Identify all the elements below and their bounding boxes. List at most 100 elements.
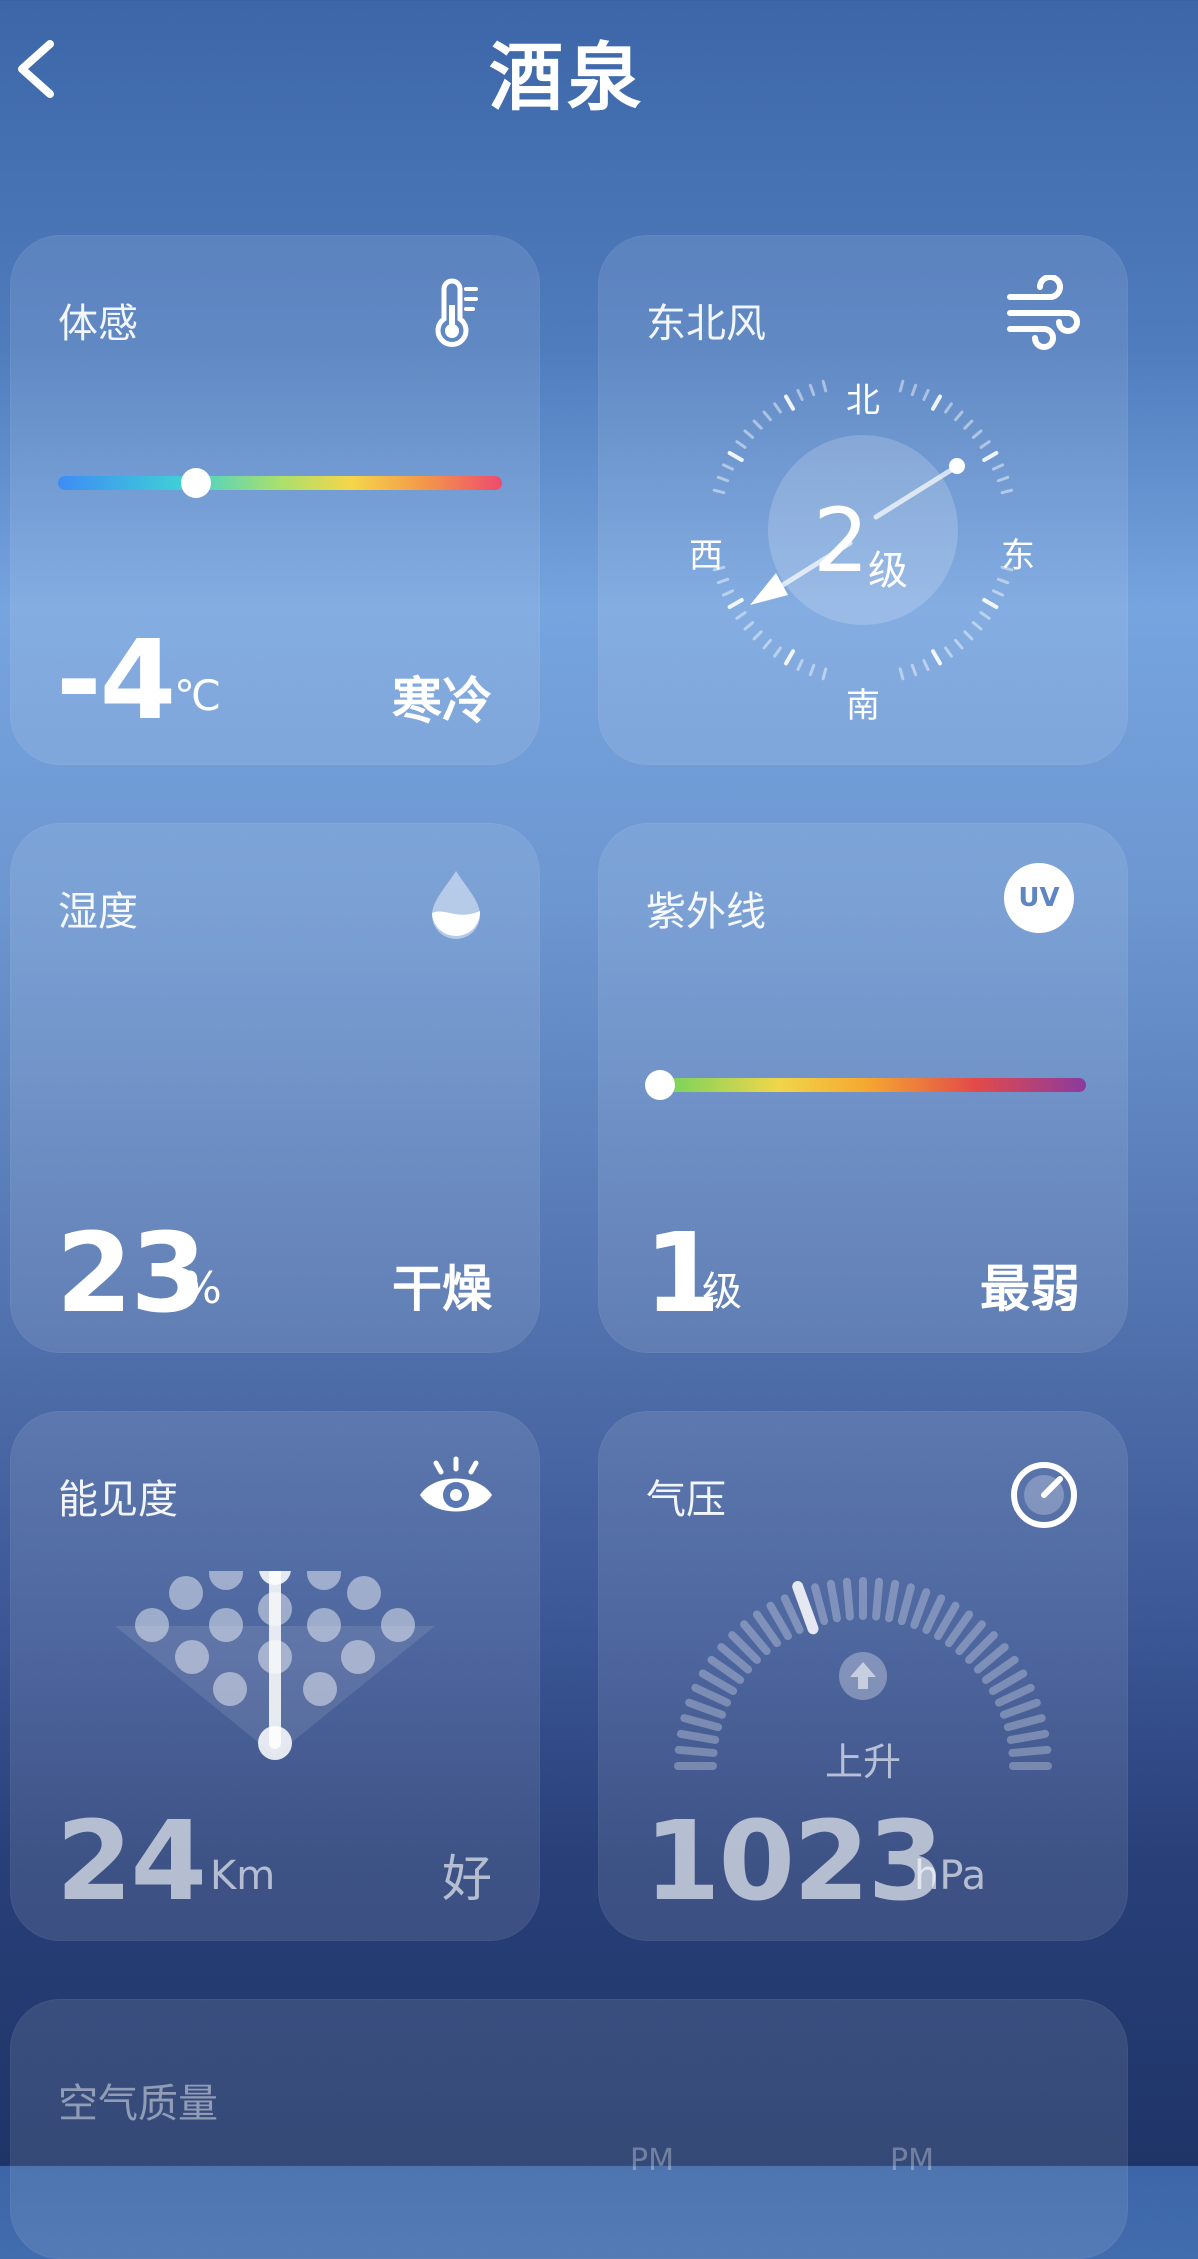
compass-tick [992, 463, 1005, 471]
wind-card[interactable]: 东北风 北 南 西 东 2 级 [598, 235, 1128, 765]
visibility-card[interactable]: 能见度 24 Km 好 [10, 1411, 540, 1941]
compass-tick [954, 410, 964, 422]
pressure-unit: hPa [914, 1853, 987, 1899]
air-quality-title: 空气质量 [58, 2081, 218, 2127]
compass-tick [796, 388, 804, 401]
humidity-unit: % [180, 1263, 222, 1314]
feels-like-desc: 寒冷 [392, 672, 492, 730]
compass-tick [712, 488, 726, 495]
compass-tick [1000, 488, 1014, 495]
compass-tick [963, 419, 974, 430]
compass-tick [944, 402, 953, 414]
compass-tick [727, 598, 744, 609]
pressure-tick [685, 1698, 727, 1719]
pressure-tick [999, 1698, 1041, 1719]
compass-tick [716, 475, 730, 483]
pressure-tick [1003, 1714, 1046, 1732]
wind-icon [1007, 275, 1080, 350]
pressure-tick [922, 1594, 946, 1635]
wind-tail-dot [949, 458, 965, 474]
compass-tick [752, 630, 763, 641]
compass-tick [743, 429, 755, 439]
pressure-tick [680, 1714, 723, 1732]
compass-tick [982, 451, 999, 462]
pressure-tick [811, 1583, 829, 1626]
compass-tick [996, 577, 1010, 585]
uv-icon: UV [1004, 863, 1074, 933]
compass-tick [821, 667, 828, 681]
compass-tick [979, 440, 991, 449]
visibility-title: 能见度 [58, 1477, 178, 1523]
compass-tick [762, 410, 772, 422]
thermometer-icon [435, 278, 478, 347]
pressure-value: 1023 [644, 1797, 944, 1925]
compass-tick [979, 611, 991, 620]
compass-tick [944, 646, 953, 658]
compass-tick [743, 621, 755, 631]
humidity-card[interactable]: 湿度 23 % 干燥 [10, 823, 540, 1353]
uv-unit: 级 [702, 1269, 742, 1315]
uv-card[interactable]: 紫外线 UV 1 级 最弱 [598, 823, 1128, 1353]
uv-title: 紫外线 [646, 889, 766, 935]
top-bar: 酒泉 [0, 0, 1198, 140]
feels-like-title: 体感 [58, 301, 138, 347]
compass-tick [971, 429, 983, 439]
pressure-tick [872, 1577, 884, 1621]
compass-tick [808, 663, 816, 677]
pressure-tick [780, 1594, 804, 1635]
compass-tick [735, 440, 747, 449]
compass-tick [821, 379, 828, 393]
wind-level-value: 2 [813, 489, 869, 592]
visibility-desc: 好 [442, 1850, 492, 1908]
air-quality-card[interactable]: 空气质量 PM PM [10, 1999, 1128, 2259]
pressure-tick [897, 1583, 915, 1626]
uv-indicator [645, 1070, 675, 1100]
pressure-tick [691, 1683, 732, 1707]
compass-tick [773, 402, 782, 414]
page-title: 酒泉 [489, 35, 645, 121]
pressure-tick [910, 1588, 931, 1630]
visibility-unit: Km [210, 1853, 276, 1899]
pressure-card[interactable]: 气压 上升 1023 hPa [598, 1411, 1128, 1941]
compass-tick [910, 663, 918, 677]
compass-tick [762, 638, 772, 650]
compass-tick [931, 649, 942, 666]
pressure-tick [826, 1579, 841, 1623]
compass-tick [784, 649, 795, 666]
compass-tick [721, 589, 734, 597]
compass-east: 东 [1001, 536, 1035, 576]
compass-tick [773, 646, 782, 658]
uv-gauge [645, 1070, 1086, 1100]
compass-tick [898, 379, 905, 393]
pressure-title: 气压 [646, 1477, 726, 1523]
humidity-title: 湿度 [58, 889, 138, 935]
pressure-tick [842, 1577, 854, 1621]
wind-level-unit: 级 [868, 548, 908, 594]
compass-tick [954, 638, 964, 650]
compass-tick [808, 383, 816, 397]
compass-tick [910, 383, 918, 397]
compass-west: 西 [689, 536, 723, 576]
feels-like-unit: ℃ [174, 671, 222, 720]
pressure-trend: 上升 [824, 1740, 901, 1784]
gauge-icon [1011, 1462, 1077, 1528]
compass-north: 北 [846, 381, 880, 421]
compass-tick [931, 394, 942, 411]
compass-tick [727, 451, 744, 462]
feels-like-value: -4 [56, 616, 176, 744]
feels-like-card[interactable]: 体感 -4 ℃ 寒冷 [10, 235, 540, 765]
compass-tick [996, 475, 1010, 483]
compass-south: 南 [846, 686, 880, 726]
pressure-tick [994, 1683, 1035, 1707]
uv-desc: 最弱 [980, 1260, 1080, 1318]
compass-tick [716, 577, 730, 585]
compass-tick [784, 394, 795, 411]
compass-tick [752, 419, 763, 430]
compass-tick [922, 659, 930, 672]
humidity-desc: 干燥 [392, 1260, 492, 1318]
eye-icon [420, 1456, 492, 1512]
compass-tick [898, 667, 905, 681]
compass-tick [963, 630, 974, 641]
pm-label-1: PM [630, 2143, 674, 2178]
compass-tick [796, 659, 804, 672]
